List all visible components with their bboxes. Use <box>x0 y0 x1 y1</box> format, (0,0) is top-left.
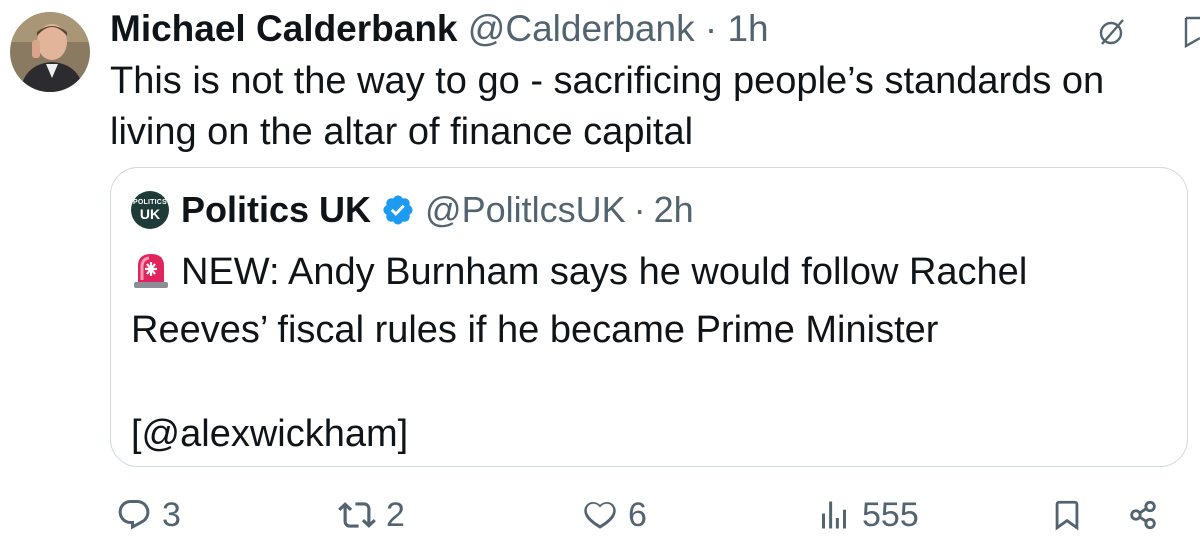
quote-line-3: [@alexwickham] <box>131 413 409 455</box>
quote-author-name[interactable]: Politics UK <box>181 188 371 232</box>
views-chart-icon <box>822 501 846 529</box>
reply-icon <box>118 500 150 530</box>
quote-line-1: NEW: Andy Burnham says he would follow R… <box>131 246 1161 304</box>
quote-author-handle[interactable]: @PolitlcsUK <box>425 188 626 232</box>
heart-icon <box>584 501 616 529</box>
edited-slash-icon[interactable] <box>1090 12 1134 52</box>
tweet-timestamp[interactable]: 1h <box>727 8 768 49</box>
verified-badge-icon <box>381 193 415 227</box>
bookmark-partial-icon[interactable] <box>1180 10 1200 50</box>
views-count: 555 <box>862 495 919 534</box>
author-avatar[interactable] <box>10 12 90 92</box>
share-icon <box>1130 500 1156 530</box>
quote-header: POLITICS UK Politics UK @PolitlcsUK · 2h <box>131 188 694 232</box>
quote-line-1-text: NEW: Andy Burnham says he would follow R… <box>181 251 1028 293</box>
reply-button[interactable]: 3 <box>116 490 181 540</box>
quote-text: NEW: Andy Burnham says he would follow R… <box>131 246 1161 460</box>
repost-count: 2 <box>386 495 405 534</box>
tweet-header: Michael Calderbank @Calderbank · 1h <box>110 6 769 52</box>
repost-button[interactable]: 2 <box>338 490 405 540</box>
author-name[interactable]: Michael Calderbank <box>110 8 458 49</box>
bookmark-button[interactable] <box>1050 490 1094 540</box>
politics-uk-logo[interactable]: POLITICS UK <box>131 191 169 229</box>
views-button[interactable]: 555 <box>816 490 919 540</box>
logo-text-bottom: UK <box>139 206 161 222</box>
repost-icon <box>338 502 376 528</box>
header-separator: · <box>704 8 718 49</box>
tweet-action-bar: 3 2 6 555 <box>110 490 1200 540</box>
quote-line-2: Reeves’ fiscal rules if he became Prime … <box>131 309 939 351</box>
quoted-tweet-card[interactable]: POLITICS UK Politics UK @PolitlcsUK · 2h… <box>110 167 1188 467</box>
like-count: 6 <box>628 495 647 534</box>
like-button[interactable]: 6 <box>582 490 647 540</box>
tweet-text: This is not the way to go - sacrificing … <box>110 60 1105 153</box>
bookmark-icon <box>1055 500 1079 531</box>
reply-count: 3 <box>162 495 181 534</box>
siren-emoji-icon <box>131 250 171 304</box>
share-button[interactable] <box>1126 490 1170 540</box>
quote-separator: · <box>633 189 646 230</box>
quote-timestamp[interactable]: 2h <box>654 188 694 232</box>
author-handle[interactable]: @Calderbank <box>468 8 695 49</box>
